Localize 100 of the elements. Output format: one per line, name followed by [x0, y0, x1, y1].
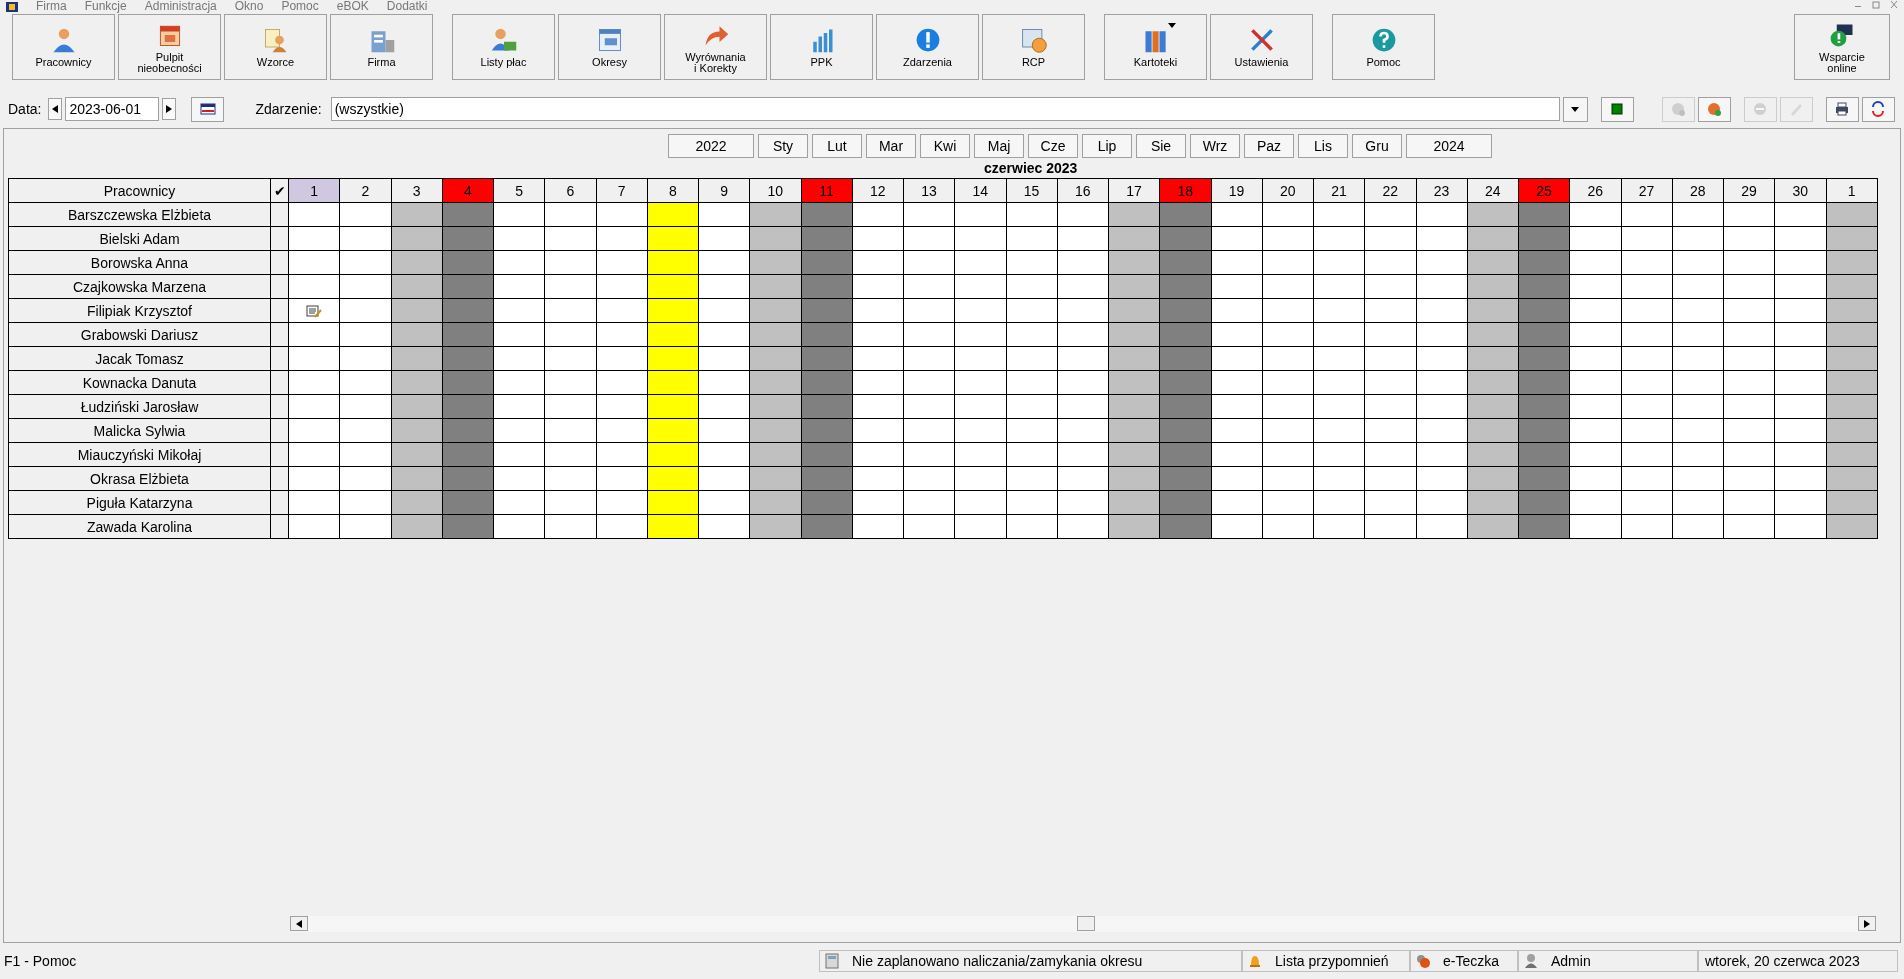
toolbar-button[interactable]: PPK	[770, 14, 873, 80]
day-header[interactable]: 15	[1006, 178, 1058, 203]
toolbar-button[interactable]: Pulpit nieobecności	[118, 14, 221, 80]
day-header[interactable]: 12	[852, 178, 904, 203]
toolbar-button[interactable]: RCP	[982, 14, 1085, 80]
day-header[interactable]: 19	[1211, 178, 1263, 203]
day-header[interactable]: 28	[1672, 178, 1724, 203]
toolbar-button[interactable]: Okresy	[558, 14, 661, 80]
employee-name[interactable]: Okrasa Elżbieta	[8, 466, 271, 491]
status-text: Admin	[1551, 953, 1591, 969]
menu-item[interactable]: Pomoc	[281, 0, 319, 12]
day-header[interactable]: 10	[749, 178, 801, 203]
day-header[interactable]: 27	[1621, 178, 1673, 203]
toolbar-button[interactable]: Wsparcie online	[1794, 14, 1890, 80]
day-header[interactable]: 1	[1826, 178, 1878, 203]
employee-name[interactable]: Grabowski Dariusz	[8, 322, 271, 347]
toolbar-button[interactable]: Kartoteki	[1104, 14, 1207, 80]
column-header: Pracownicy	[8, 178, 271, 203]
employee-name[interactable]: Jacak Tomasz	[8, 346, 271, 371]
day-header[interactable]: 6	[544, 178, 596, 203]
month-button[interactable]: Maj	[974, 134, 1024, 158]
toolbar-button[interactable]: Wzorce	[224, 14, 327, 80]
employee-name[interactable]: Piguła Katarzyna	[8, 490, 271, 515]
day-header[interactable]: 20	[1262, 178, 1314, 203]
menu-item[interactable]: Administracja	[144, 0, 217, 12]
action-icon	[1706, 101, 1723, 117]
month-button[interactable]: Lis	[1298, 134, 1348, 158]
toolbar-button[interactable]: Wyrównania i Korekty	[664, 14, 767, 80]
day-header[interactable]: 29	[1723, 178, 1775, 203]
month-button[interactable]: Sty	[758, 134, 808, 158]
employee-name[interactable]: Zawada Karolina	[8, 514, 271, 539]
toolbar-button[interactable]: Pracownicy	[12, 14, 115, 80]
day-header[interactable]: 11	[801, 178, 853, 203]
day-header[interactable]: 18	[1159, 178, 1211, 203]
date-field[interactable]: 2023-06-01	[65, 97, 160, 121]
day-header[interactable]: 24	[1467, 178, 1519, 203]
day-header[interactable]: 13	[903, 178, 955, 203]
action-button[interactable]	[1861, 96, 1895, 122]
menu-item[interactable]: Dodatki	[386, 0, 428, 12]
day-header[interactable]: 5	[493, 178, 545, 203]
day-header[interactable]: 25	[1518, 178, 1570, 203]
close-icon[interactable]	[1888, 0, 1900, 10]
day-header[interactable]: 1	[288, 178, 340, 203]
month-button[interactable]: Lut	[812, 134, 862, 158]
month-button[interactable]: Cze	[1028, 134, 1078, 158]
employee-name[interactable]: Miauczyński Mikołaj	[8, 442, 271, 467]
toolbar-button[interactable]: Listy płac	[452, 14, 555, 80]
employee-name[interactable]: Kownacka Danuta	[8, 370, 271, 395]
month-button[interactable]: 2024	[1406, 134, 1492, 158]
day-header[interactable]: 9	[698, 178, 750, 203]
dropdown-button[interactable]	[1562, 96, 1588, 122]
scroll-thumb[interactable]	[1077, 916, 1095, 931]
employee-name[interactable]: Czajkowska Marzena	[8, 274, 271, 299]
calendar-icon	[199, 103, 216, 115]
day-header[interactable]: 22	[1364, 178, 1416, 203]
employee-name[interactable]: Filipiak Krzysztof	[8, 298, 271, 323]
status-text: e-Teczka	[1443, 953, 1500, 969]
employee-name[interactable]: Borowska Anna	[8, 250, 271, 275]
month-button[interactable]: Paz	[1244, 134, 1294, 158]
day-header[interactable]: 17	[1108, 178, 1160, 203]
day-header[interactable]: 16	[1057, 178, 1109, 203]
month-button[interactable]: Gru	[1352, 134, 1402, 158]
month-button[interactable]: 2022	[668, 134, 754, 158]
scroll-left-button[interactable]	[290, 916, 308, 931]
day-header[interactable]: 7	[596, 178, 648, 203]
toolbar-button[interactable]: Pomoc	[1332, 14, 1435, 80]
event-field[interactable]: (wszystkie)	[330, 97, 1560, 121]
calendar-button[interactable]	[191, 96, 225, 122]
day-header[interactable]: 4	[442, 178, 494, 203]
action-button[interactable]	[1825, 96, 1859, 122]
event-label: Zdarzenie:	[255, 101, 322, 117]
day-header[interactable]: 21	[1313, 178, 1365, 203]
day-header[interactable]: 14	[954, 178, 1006, 203]
day-header[interactable]: 2	[339, 178, 391, 203]
next-date-button[interactable]	[162, 98, 177, 120]
day-header[interactable]: 8	[647, 178, 699, 203]
month-button[interactable]: Mar	[866, 134, 916, 158]
month-button[interactable]: Sie	[1136, 134, 1186, 158]
scroll-right-button[interactable]	[1858, 916, 1876, 931]
employee-name[interactable]: Malicka Sylwia	[8, 418, 271, 443]
menu-item[interactable]: Okno	[234, 0, 264, 12]
month-button[interactable]: Kwi	[920, 134, 970, 158]
employee-name[interactable]: Łudziński Jarosław	[8, 394, 271, 419]
action-button[interactable]	[1600, 96, 1634, 122]
previous-date-button[interactable]	[48, 98, 63, 120]
day-header[interactable]: 30	[1774, 178, 1826, 203]
day-header[interactable]: 3	[391, 178, 443, 203]
toolbar-button[interactable]: Firma	[330, 14, 433, 80]
month-button[interactable]: Wrz	[1190, 134, 1240, 158]
menu-item[interactable]: Funkcje	[84, 0, 127, 12]
month-button[interactable]: Lip	[1082, 134, 1132, 158]
day-header[interactable]: 23	[1416, 178, 1468, 203]
employee-name[interactable]: Barszczewska Elżbieta	[8, 202, 271, 227]
menu-item[interactable]: eBOK	[336, 0, 369, 12]
toolbar-button[interactable]: Ustawienia	[1210, 14, 1313, 80]
toolbar-button[interactable]: Zdarzenia	[876, 14, 979, 80]
menu-item[interactable]: Firma	[36, 0, 67, 12]
employee-name[interactable]: Bielski Adam	[8, 226, 271, 251]
day-header[interactable]: 26	[1569, 178, 1621, 203]
horizontal-scrollbar[interactable]	[290, 916, 1876, 932]
